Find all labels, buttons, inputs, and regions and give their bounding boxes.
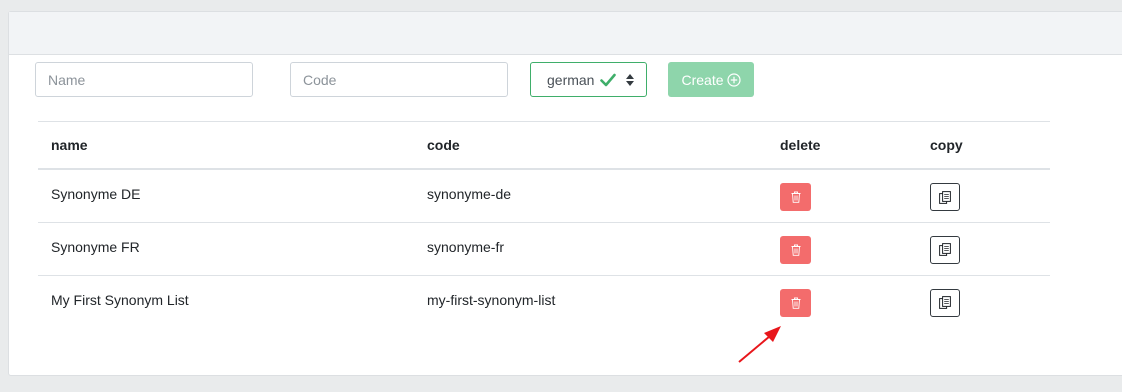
table-row: Synonyme FR synonyme-fr [38, 222, 1050, 276]
row-name: Synonyme FR [38, 222, 414, 276]
delete-button[interactable] [780, 183, 811, 211]
copy-icon [939, 296, 951, 309]
delete-button[interactable] [780, 235, 811, 264]
create-button-label: Create [681, 71, 724, 88]
column-header-code: code [414, 121, 767, 170]
create-button[interactable]: Create [668, 62, 754, 97]
copy-icon [939, 190, 951, 204]
column-header-name: name [38, 121, 414, 170]
row-name: Synonyme DE [38, 169, 414, 223]
copy-icon [939, 243, 951, 256]
sort-arrows-icon [626, 74, 634, 86]
table-header-row: name code delete copy [38, 121, 1050, 170]
column-header-delete: delete [767, 121, 917, 170]
card-header [9, 12, 1122, 55]
row-code: synonyme-de [414, 169, 767, 223]
language-select[interactable]: german [530, 62, 647, 97]
copy-button[interactable] [930, 288, 960, 317]
row-code: synonyme-fr [414, 222, 767, 276]
table-row: Synonyme DE synonyme-de [38, 169, 1050, 223]
delete-button[interactable] [780, 288, 811, 317]
code-input[interactable] [290, 62, 508, 97]
column-header-copy: copy [917, 121, 1050, 170]
plus-circle-icon [726, 72, 741, 87]
copy-button[interactable] [930, 183, 960, 211]
language-select-value: german [547, 71, 595, 88]
table-row: My First Synonym List my-first-synonym-l… [38, 275, 1050, 328]
trash-icon [791, 191, 801, 203]
name-input[interactable] [35, 62, 253, 97]
row-code: my-first-synonym-list [427, 291, 556, 308]
check-icon [600, 73, 617, 87]
synonym-lists-table: name code delete copy Synonyme DE synony… [38, 121, 1050, 328]
trash-icon [791, 244, 801, 256]
row-name: My First Synonym List [51, 291, 189, 308]
copy-button[interactable] [930, 235, 960, 264]
trash-icon [791, 297, 801, 309]
